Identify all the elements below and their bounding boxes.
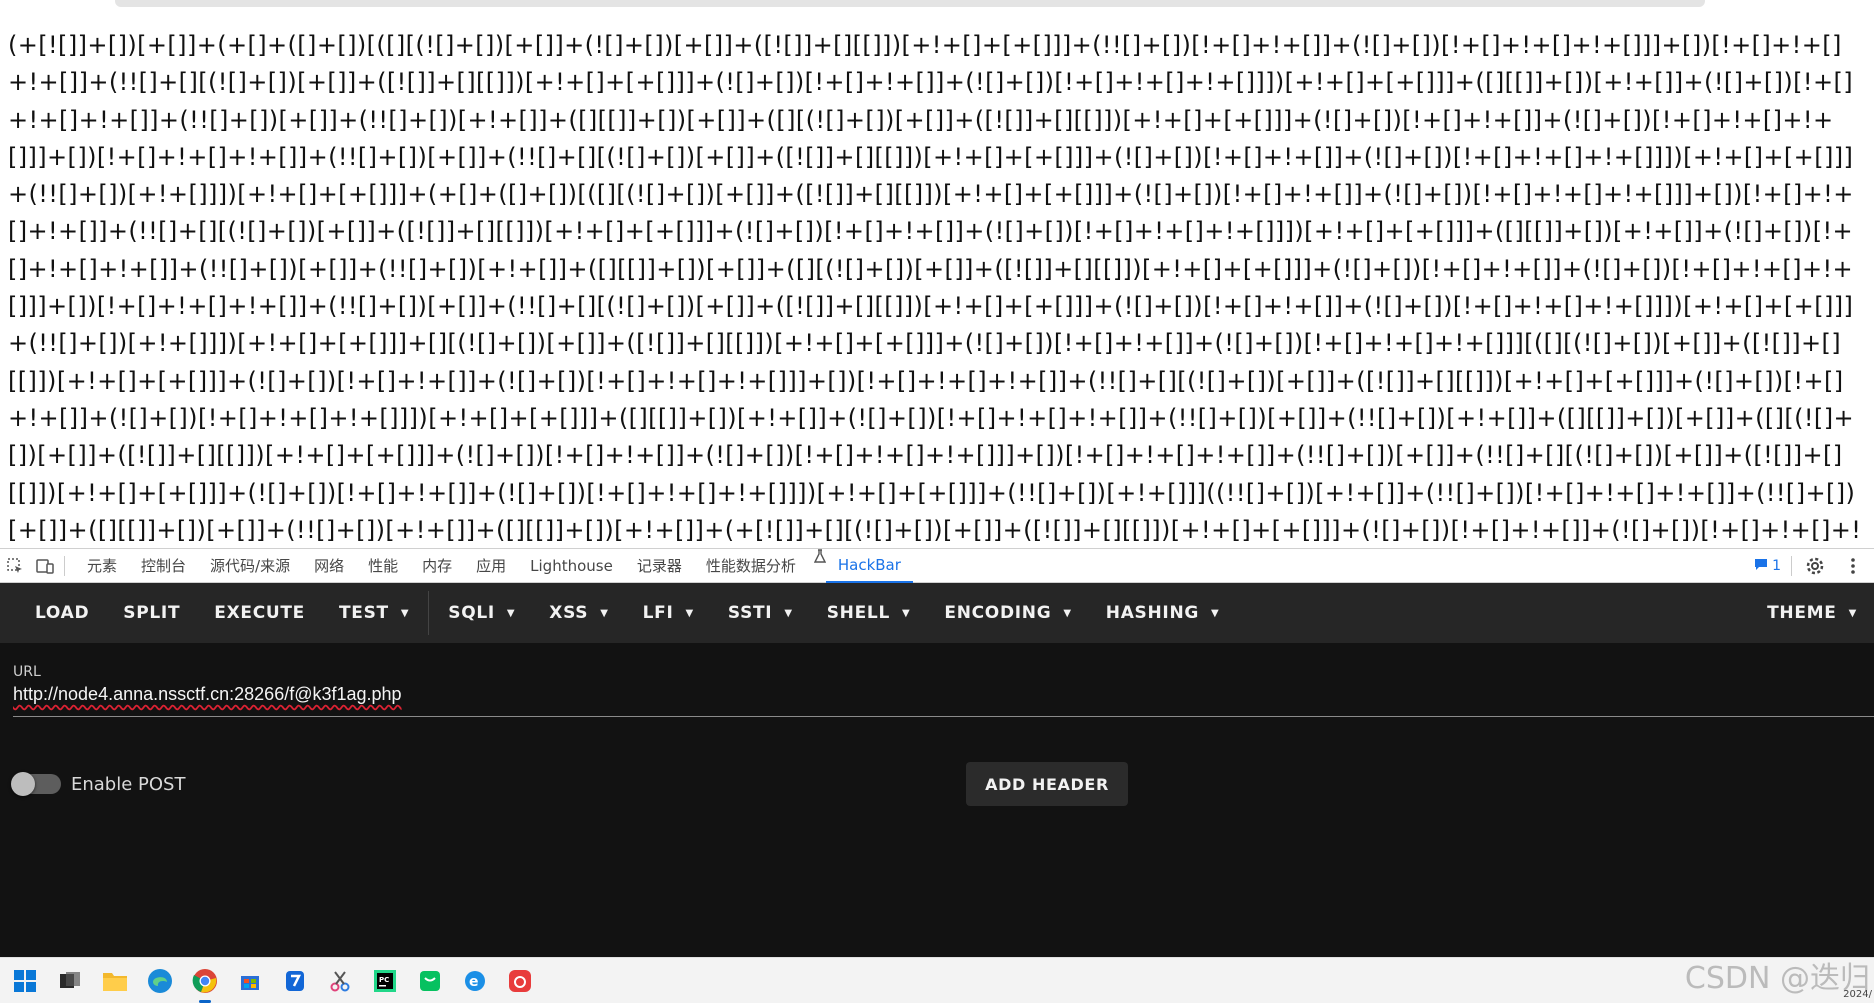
page-content: (+[![]]+[])[+[]]+(+[]+([]+[])[([][(![]+[… — [0, 0, 1874, 548]
hackbar-sqli-button[interactable]: SQLI ▼ — [431, 583, 532, 643]
hackbar-split-button[interactable]: SPLIT — [106, 583, 197, 643]
devtools-tab-bar: 元素 控制台 源代码/来源 网络 性能 内存 应用 Lighthouse 记录器 性能数据分析 Ha… — [0, 548, 1874, 583]
devtools-tab-8[interactable]: 记录器 — [625, 549, 694, 583]
devtools-tab-5[interactable]: 内存 — [410, 549, 464, 583]
hackbar-menu-label: XSS — [549, 603, 589, 623]
hackbar-menu-label: TEST — [339, 603, 389, 623]
issues-count: 1 — [1772, 557, 1781, 574]
hackbar-menu-label: SHELL — [826, 603, 890, 623]
devtools-tabs: 元素 控制台 源代码/来源 网络 性能 内存 应用 Lighthouse 记录器 性能数据分析 Ha… — [75, 548, 913, 583]
devtools-tab-10[interactable]: HackBar — [825, 549, 913, 583]
hackbar-ssti-button[interactable]: SSTI ▼ — [711, 583, 810, 643]
pycharm-icon[interactable]: PC — [370, 966, 400, 996]
hackbar-shell-button[interactable]: SHELL ▼ — [810, 583, 928, 643]
enable-post-label: Enable POST — [71, 774, 186, 795]
toggle-knob — [11, 772, 35, 796]
menu-divider — [428, 591, 430, 635]
devtools-tab-3[interactable]: 网络 — [302, 549, 356, 583]
snipping-tool-icon[interactable] — [325, 966, 355, 996]
clock-fragment[interactable]: 2024/ — [1843, 989, 1872, 1001]
caret-down-icon: ▼ — [1211, 607, 1220, 619]
more-vertical-icon[interactable] — [1838, 549, 1868, 583]
device-toolbar-icon[interactable] — [30, 549, 60, 583]
caret-down-icon: ▼ — [784, 607, 793, 619]
hackbar-menu: LOAD SPLIT EXECUTE TEST ▼ SQLI ▼ XSS ▼ LFI ▼ SSTI ▼ S… — [18, 583, 1236, 643]
caret-down-icon: ▼ — [400, 607, 410, 619]
url-label: URL — [13, 664, 41, 680]
hackbar-menu-label: SPLIT — [123, 603, 181, 623]
store-icon[interactable] — [235, 966, 265, 996]
theme-label: THEME — [1767, 603, 1837, 623]
devtools-separator — [64, 555, 65, 576]
issues-counter[interactable]: 1 — [1754, 555, 1792, 576]
hackbar-panel: LOAD SPLIT EXECUTE TEST ▼ SQLI ▼ XSS ▼ LFI ▼ SSTI ▼ S… — [0, 583, 1874, 957]
hackbar-lfi-button[interactable]: LFI ▼ — [626, 583, 711, 643]
file-explorer-icon[interactable] — [100, 966, 130, 996]
caret-down-icon: ▼ — [901, 607, 911, 619]
svg-text:PC: PC — [379, 976, 389, 984]
hackbar-menu-label: EXECUTE — [214, 603, 305, 623]
devtools-tab-6[interactable]: 应用 — [464, 549, 518, 583]
page-top-strip — [0, 0, 1874, 12]
ie-icon[interactable]: e — [460, 966, 490, 996]
devtools-right-controls: 1 — [1754, 549, 1874, 583]
hackbar-menu-label: SSTI — [727, 603, 773, 623]
jsfuck-code-text: (+[![]]+[])[+[]]+(+[]+([]+[])[([][(![]+[… — [8, 31, 1862, 544]
devtools-tab-2[interactable]: 源代码/来源 — [198, 549, 302, 583]
hackbar-menu-label: SQLI — [448, 603, 495, 623]
tencent-app-icon[interactable] — [280, 966, 310, 996]
hackbar-menu-label: HASHING — [1105, 603, 1200, 623]
hackbar-menu-label: LFI — [642, 603, 674, 623]
message-icon — [1754, 557, 1768, 575]
windows-taskbar: PC e CSDN @迭归 2024/ — [0, 957, 1874, 1003]
task-view-icon[interactable] — [55, 966, 85, 996]
devtools-tab-9[interactable]: 性能数据分析 — [694, 549, 808, 583]
inspect-element-icon[interactable] — [0, 549, 30, 583]
hackbar-test-button[interactable]: TEST ▼ — [322, 583, 426, 643]
caret-down-icon: ▼ — [1848, 607, 1857, 619]
hackbar-encoding-button[interactable]: ENCODING ▼ — [927, 583, 1088, 643]
flask-icon — [813, 548, 826, 583]
caret-down-icon: ▼ — [600, 607, 609, 619]
theme-menu-button[interactable]: THEME ▼ — [1750, 583, 1874, 643]
hackbar-menu-label: LOAD — [35, 603, 90, 623]
gear-icon[interactable] — [1800, 549, 1830, 583]
hackbar-hashing-button[interactable]: HASHING ▼ — [1089, 583, 1237, 643]
netease-music-icon[interactable] — [505, 966, 535, 996]
devtools-tab-1[interactable]: 控制台 — [129, 549, 198, 583]
devtools-tab-7[interactable]: Lighthouse — [518, 549, 625, 583]
url-input[interactable]: http://node4.anna.nssctf.cn:28266/f@k3f1… — [13, 684, 402, 705]
devtools-tab-4[interactable]: 性能 — [356, 549, 410, 583]
url-input-underline — [13, 716, 1874, 717]
enable-post-toggle[interactable] — [11, 772, 61, 796]
hackbar-load-button[interactable]: LOAD — [18, 583, 106, 643]
chrome-icon[interactable] — [190, 966, 220, 1003]
devtools-tab-0[interactable]: 元素 — [75, 549, 129, 583]
caret-down-icon: ▼ — [506, 607, 516, 619]
hackbar-toolbar: LOAD SPLIT EXECUTE TEST ▼ SQLI ▼ XSS ▼ LFI ▼ SSTI ▼ S… — [0, 583, 1874, 643]
hackbar-xss-button[interactable]: XSS ▼ — [532, 583, 625, 643]
hackbar-execute-button[interactable]: EXECUTE — [197, 583, 322, 643]
add-header-button[interactable]: ADD HEADER — [966, 762, 1128, 806]
horizontal-scrollbar[interactable] — [115, 0, 1705, 7]
wechat-icon[interactable] — [415, 966, 445, 996]
windows-start-icon[interactable] — [10, 966, 40, 996]
svg-text:e: e — [469, 974, 479, 990]
edge-icon[interactable] — [145, 966, 175, 996]
caret-down-icon: ▼ — [685, 607, 694, 619]
hackbar-menu-label: ENCODING — [944, 603, 1052, 623]
caret-down-icon: ▼ — [1063, 607, 1072, 619]
